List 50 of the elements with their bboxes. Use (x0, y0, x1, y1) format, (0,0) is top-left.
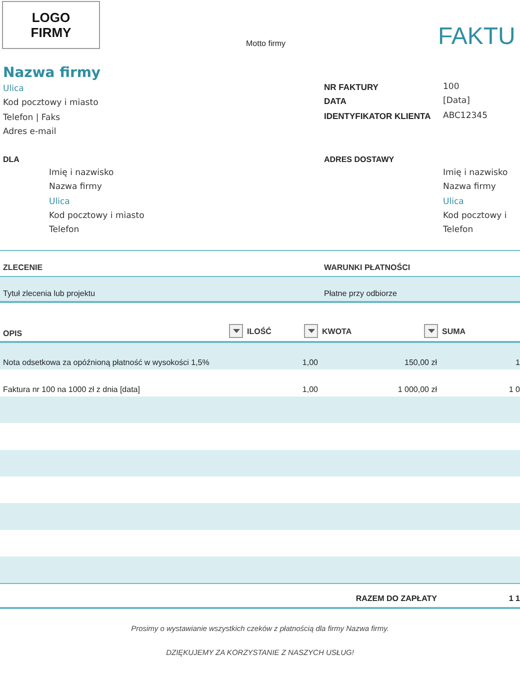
address-line: Nazwa firmy (443, 181, 497, 194)
field-value: 100 (443, 82, 460, 93)
column-header: SUMA (442, 326, 466, 336)
caret-icon (232, 329, 240, 334)
column-header: ZLECENIE (2, 263, 44, 272)
caret-icon (308, 329, 314, 334)
field-label: IDENTYFIKATOR KLIENTA (324, 110, 432, 122)
table-cell-text: Tytuł zlecenia lub projektu (2, 289, 96, 298)
table-cell: Płatne przy odbiorze (324, 289, 397, 298)
logo-text: LOGO FIRMY (30, 10, 72, 40)
address-line: Ulica (3, 83, 25, 96)
total-value: 1 1 (508, 594, 520, 604)
column-header: ILOŚĆ (247, 326, 272, 336)
table-cell-text: 1 (514, 358, 520, 367)
address-line: Ulica (443, 196, 465, 209)
address-line: Ulica (49, 196, 71, 209)
field-label: NR FAKTURY (324, 82, 380, 93)
table-cell-text: 1 0 (508, 384, 520, 394)
address-line: Kod pocztowy i miasto (49, 210, 146, 224)
table-cell-text: 1,00 (301, 384, 318, 394)
section-heading: DLA (3, 154, 20, 166)
table-cell-text: 150,00 zł (404, 358, 437, 367)
address-line: Imię i nazwisko (443, 167, 509, 180)
table-cell-text: Faktura nr 100 na 1000 zł z dnia [data] (2, 384, 141, 394)
address-line: Telefon (443, 224, 474, 238)
company-name: Nazwa firmy (3, 64, 102, 82)
address-line: Nazwa firmy (49, 181, 103, 194)
column-header: KWOTA (322, 326, 352, 336)
address-line: Imię i nazwisko (49, 167, 115, 180)
dropdown-button[interactable] (229, 324, 243, 338)
table-cell-text: 1,00 (301, 358, 318, 367)
address-line: Kod pocztowy i (443, 210, 508, 224)
dropdown-button[interactable] (424, 324, 438, 338)
invoice-title: FAKTU (438, 24, 516, 50)
field-label: DATA (324, 96, 348, 108)
field-value: ABC12345 (443, 110, 488, 122)
dropdown-button[interactable] (304, 324, 318, 338)
field-value: [Data] (443, 96, 471, 108)
company-motto: Motto firmy (246, 39, 287, 50)
address-line: Kod pocztowy i miasto (3, 97, 100, 110)
caret-icon (428, 329, 434, 334)
total-label: RAZEM DO ZAPŁATY (354, 594, 437, 604)
address-line: Telefon | Faks (3, 112, 62, 125)
column-header: WARUNKI PŁATNOŚCI (324, 263, 410, 272)
table-cell-text: 1 000,00 zł (396, 384, 437, 394)
column-header: OPIS (3, 329, 22, 338)
section-heading: ADRES DOSTAWY (324, 154, 396, 166)
address-line: Adres e-mail (3, 126, 58, 139)
table-cell-text: Nota odsetkowa za opóźnioną płatność w wysokości 1,5% (2, 358, 210, 367)
address-line: Telefon (49, 224, 80, 238)
